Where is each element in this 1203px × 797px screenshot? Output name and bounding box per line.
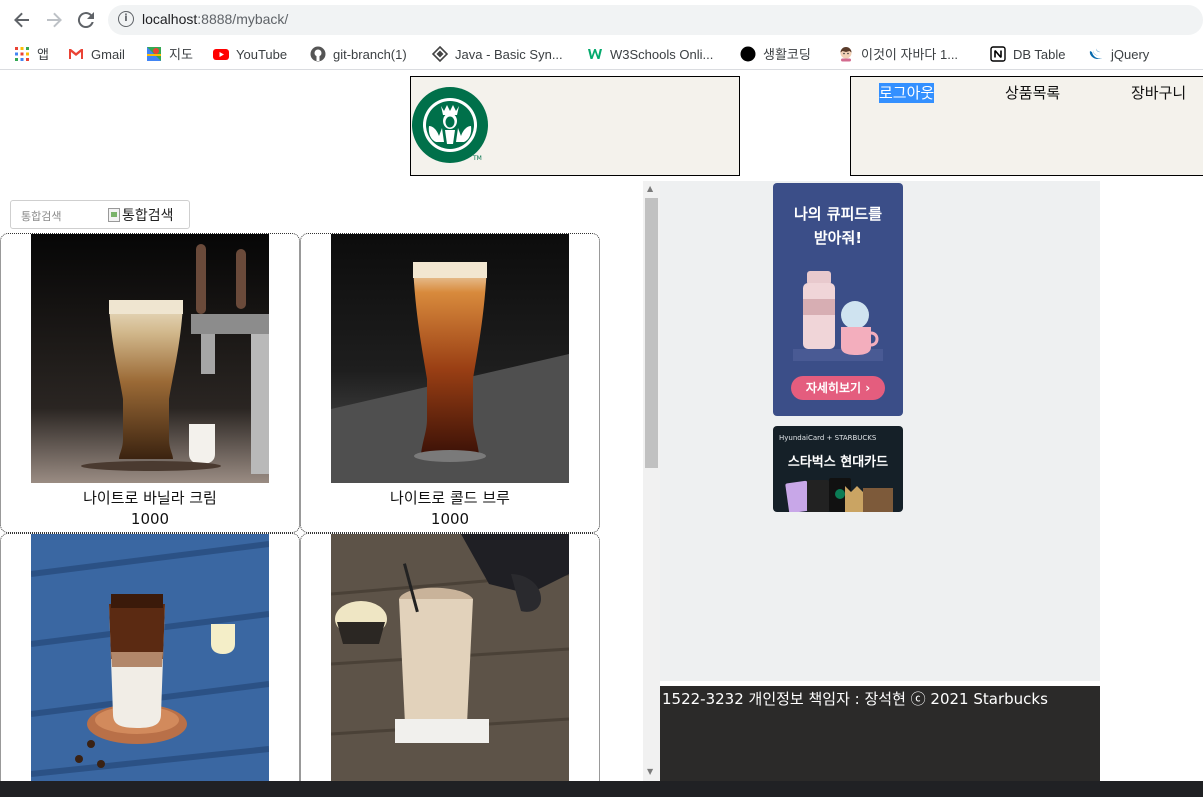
bookmark-label: git-branch(1): [333, 47, 407, 62]
bookmark-jquery[interactable]: jQuery: [1088, 45, 1149, 65]
scroll-down-arrow-icon[interactable]: ▼: [647, 767, 653, 776]
address-bar[interactable]: i localhost:8888/myback/: [108, 5, 1203, 35]
promo-detail-button[interactable]: 자세히보기 ›: [791, 376, 885, 400]
scrollbar-thumb[interactable]: [645, 198, 658, 468]
bookmark-label: YouTube: [236, 47, 288, 62]
scroll-up-arrow-icon[interactable]: ▲: [647, 184, 653, 193]
window-bottom-edge: [0, 781, 1203, 797]
card-banner-title: 스타벅스 현대카드: [787, 455, 889, 470]
bookmark-w3schools[interactable]: W3Schools Onli...: [587, 45, 713, 65]
url-text: localhost:8888/myback/: [142, 11, 289, 27]
product-image[interactable]: [31, 534, 269, 783]
footer-text: 1522-3232 개인정보 책임자 : 장석현 ⓒ 2021 Starbuck…: [662, 690, 1048, 708]
maps-icon: [146, 46, 162, 62]
bookmark-label: jQuery: [1111, 47, 1150, 62]
product-card[interactable]: 나이트로 바닐라 크림 1000: [0, 233, 300, 533]
bookmark-opentutorials[interactable]: 생활코딩: [740, 45, 811, 65]
search-input[interactable]: 통합검색: [21, 208, 61, 224]
svg-text:TM: TM: [472, 155, 482, 162]
bookmark-apps[interactable]: 앱: [14, 45, 49, 65]
forward-arrow-icon[interactable]: [42, 8, 66, 32]
product-card[interactable]: 나이트로 콜드 브루 1000: [300, 233, 600, 533]
card-brand-label: HyundaiCard + STARBUCKS: [779, 434, 877, 442]
header-logo-box: TM: [410, 76, 740, 176]
youtube-icon: [213, 46, 229, 62]
product-name: 나이트로 바닐라 크림: [83, 489, 217, 507]
product-image[interactable]: [31, 234, 269, 483]
ad-panel: 나의 큐피드를 받아줘! 자세히보기 › HyundaiCard + STARB…: [660, 181, 1100, 681]
java-diamond-icon: [431, 45, 449, 63]
bookmark-label: Java - Basic Syn...: [455, 47, 563, 62]
broken-image-icon: [108, 208, 120, 222]
product-price: 1000: [130, 510, 170, 528]
product-list-link[interactable]: 상품목록: [1005, 83, 1060, 103]
jquery-icon: [1088, 46, 1104, 62]
promo-title-line1: 나의 큐피드를: [793, 205, 883, 223]
bookmark-youtube[interactable]: YouTube: [213, 45, 287, 65]
page-content: TM 로그아웃 상품목록 장바구니 통합검색 통합검색 나이트로 바닐라 크림 …: [0, 71, 1203, 793]
github-icon: [310, 46, 326, 62]
bookmark-label: 앱: [37, 47, 49, 62]
product-name: 나이트로 콜드 브루: [390, 489, 510, 507]
black-circle-icon: [740, 46, 756, 62]
product-card[interactable]: [300, 533, 600, 793]
gmail-icon: [68, 46, 84, 62]
bookmark-label: DB Table: [1013, 47, 1066, 62]
bookmark-gmail[interactable]: Gmail: [68, 45, 125, 65]
starbucks-logo-icon[interactable]: TM: [411, 86, 489, 164]
card-image: [783, 476, 898, 512]
vertical-scrollbar[interactable]: ▲ ▼: [643, 181, 660, 781]
bookmark-label: 이것이 자바다 1...: [861, 47, 959, 62]
notion-icon: [990, 46, 1006, 62]
browser-toolbar: i localhost:8888/myback/: [0, 0, 1203, 40]
cupid-promo-banner[interactable]: 나의 큐피드를 받아줘! 자세히보기 ›: [773, 183, 903, 416]
bookmark-label: 지도: [169, 47, 193, 62]
apps-grid-icon: [14, 46, 30, 62]
bookmark-label: Gmail: [91, 47, 125, 62]
product-image[interactable]: [331, 234, 569, 483]
product-price: 1000: [430, 510, 470, 528]
header-menu-box: 로그아웃 상품목록 장바구니: [850, 76, 1203, 176]
bookmark-thisisjava[interactable]: 이것이 자바다 1...: [838, 45, 958, 65]
logout-link[interactable]: 로그아웃: [879, 83, 935, 103]
product-image[interactable]: [331, 534, 569, 783]
search-button-alt: 통합검색: [122, 208, 174, 224]
search-button[interactable]: 통합검색: [108, 205, 174, 225]
footer: 1522-3232 개인정보 책임자 : 장석현 ⓒ 2021 Starbuck…: [660, 686, 1100, 781]
avatar-icon: [838, 46, 854, 62]
bookmark-maps[interactable]: 지도: [146, 45, 193, 65]
w3schools-icon: [587, 46, 603, 62]
cart-link[interactable]: 장바구니: [1131, 83, 1186, 103]
bookmark-label: 생활코딩: [763, 47, 811, 62]
reload-icon[interactable]: [74, 8, 98, 32]
bookmarks-bar: 앱 Gmail 지도 YouTube git-branch(1) Java - …: [0, 40, 1203, 70]
promo-product-image: [793, 261, 883, 361]
bookmark-java[interactable]: Java - Basic Syn...: [431, 45, 563, 65]
integrated-search: 통합검색 통합검색: [10, 200, 190, 229]
site-info-icon[interactable]: i: [118, 11, 134, 27]
hyundai-card-banner[interactable]: HyundaiCard + STARBUCKS 스타벅스 현대카드: [773, 426, 903, 512]
product-card[interactable]: [0, 533, 300, 793]
back-arrow-icon[interactable]: [10, 8, 34, 32]
bookmark-label: W3Schools Onli...: [610, 47, 714, 62]
bookmark-db-table[interactable]: DB Table: [990, 45, 1066, 65]
promo-title-line2: 받아줘!: [813, 229, 863, 247]
bookmark-git-branch[interactable]: git-branch(1): [310, 45, 407, 65]
